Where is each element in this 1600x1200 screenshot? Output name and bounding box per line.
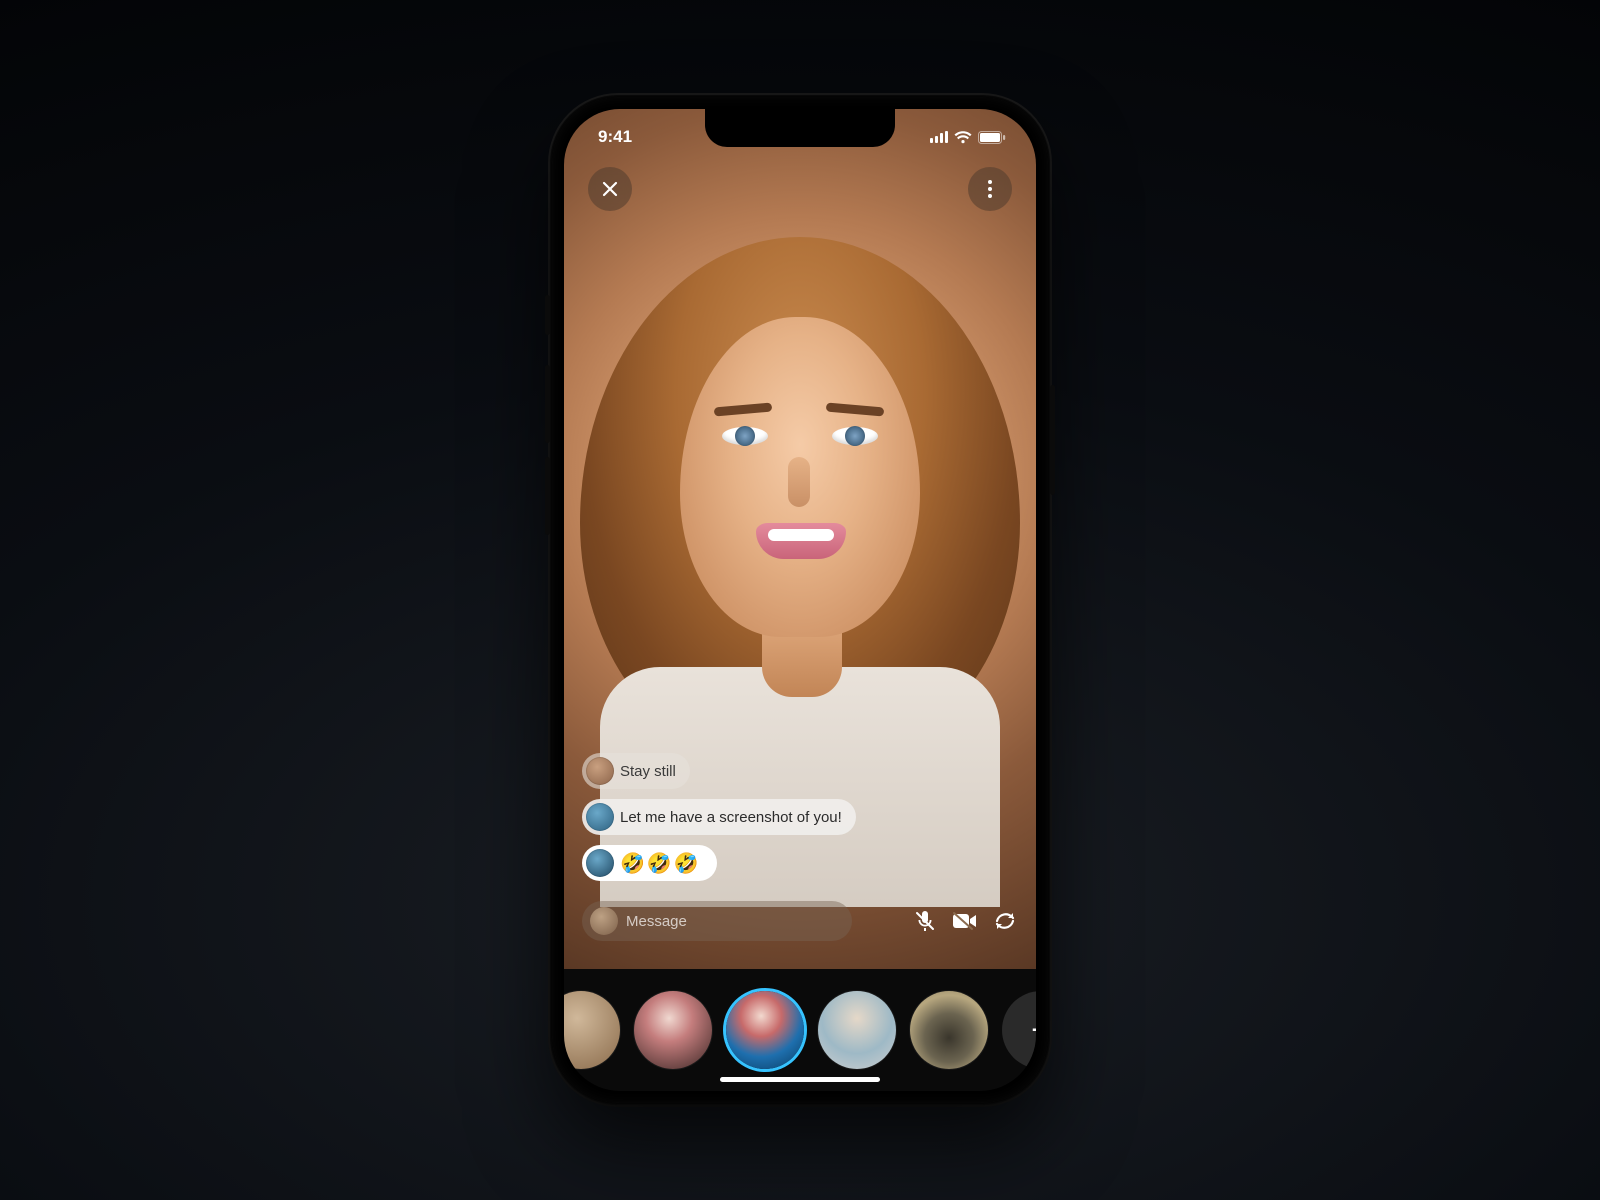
screen: 9:41	[564, 109, 1036, 1091]
video-toggle-button[interactable]	[952, 908, 978, 934]
participant-avatar[interactable]	[634, 991, 712, 1069]
avatar	[586, 803, 614, 831]
wifi-icon	[954, 131, 972, 144]
caller-face	[650, 297, 950, 677]
phone-frame: 9:41	[550, 95, 1050, 1105]
camera-flip-icon	[993, 910, 1017, 932]
chat-message: 🤣🤣🤣	[582, 845, 717, 881]
volume-down-button	[545, 457, 550, 535]
status-bar: 9:41	[564, 125, 1036, 149]
participant-avatar[interactable]	[818, 991, 896, 1069]
side-button	[545, 295, 550, 335]
more-vertical-icon	[988, 180, 992, 198]
chat-text: Let me have a screenshot of you!	[620, 809, 842, 826]
self-avatar	[590, 907, 618, 935]
add-participant-button[interactable]: +	[1002, 991, 1036, 1069]
chat-overlay: Stay still Let me have a screenshot of y…	[582, 753, 1018, 881]
close-button[interactable]	[588, 167, 632, 211]
plus-icon: +	[1031, 1011, 1036, 1050]
chat-message: Stay still	[582, 753, 690, 789]
chat-text: 🤣🤣🤣	[620, 851, 701, 876]
close-icon	[601, 180, 619, 198]
cellular-signal-icon	[930, 131, 948, 143]
main-video: Stay still Let me have a screenshot of y…	[564, 109, 1036, 969]
microphone-off-icon	[913, 909, 937, 933]
participant-avatar-active[interactable]	[726, 991, 804, 1069]
volume-up-button	[545, 365, 550, 443]
participant-avatar[interactable]	[564, 991, 620, 1069]
avatar	[586, 757, 614, 785]
chat-message: Let me have a screenshot of you!	[582, 799, 856, 835]
message-input[interactable]: Message	[582, 901, 852, 941]
participant-avatar[interactable]	[910, 991, 988, 1069]
home-indicator[interactable]	[720, 1077, 880, 1082]
participant-strip[interactable]: +	[564, 969, 1036, 1091]
more-button[interactable]	[968, 167, 1012, 211]
battery-icon	[978, 131, 1006, 144]
power-button	[1050, 385, 1055, 495]
chat-text: Stay still	[620, 763, 676, 780]
video-off-icon	[952, 911, 978, 931]
avatar	[586, 849, 614, 877]
flip-camera-button[interactable]	[992, 908, 1018, 934]
mute-button[interactable]	[912, 908, 938, 934]
message-placeholder: Message	[626, 913, 687, 930]
status-time: 9:41	[598, 127, 632, 147]
